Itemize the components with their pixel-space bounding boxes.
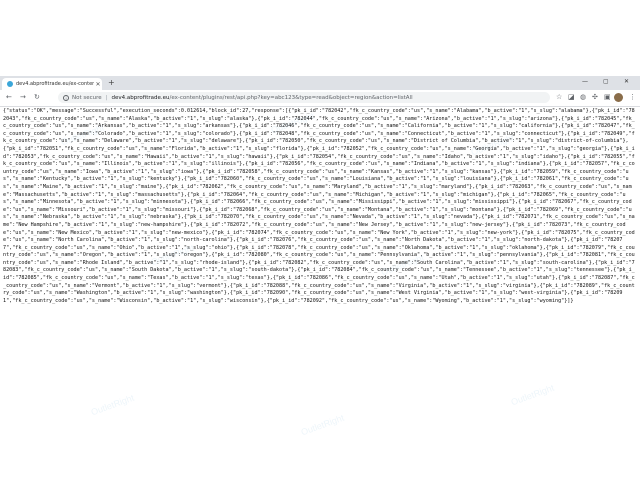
forward-button[interactable]: → xyxy=(20,93,26,102)
security-label[interactable]: Not secure xyxy=(72,95,102,101)
star-icon[interactable]: ☆ xyxy=(556,93,562,102)
favicon-icon xyxy=(7,81,13,87)
info-icon[interactable]: i xyxy=(63,94,69,101)
browser-toolbar: ← → ↻ i Not secure | dev4.abprofitrade.e… xyxy=(0,90,640,107)
puzzle-icon[interactable]: ✣ xyxy=(592,93,598,102)
new-tab-button[interactable]: + xyxy=(108,79,115,87)
maximize-button[interactable]: ▢ xyxy=(603,78,609,85)
json-response-text: {"status":"OK","message":"Successful","e… xyxy=(3,108,635,304)
tab-title: dev4.abprofitrade.eu/ex-conten xyxy=(16,81,94,87)
menu-icon[interactable]: ⋮ xyxy=(629,93,636,102)
reload-button[interactable]: ↻ xyxy=(34,93,40,102)
extension-icon[interactable]: ◪ xyxy=(568,93,575,102)
address-bar[interactable]: i Not secure | dev4.abprofitrade.eu/ex-c… xyxy=(58,92,550,103)
close-window-button[interactable]: ✕ xyxy=(624,78,629,85)
extension-pin-icon[interactable]: ▣ xyxy=(604,93,611,102)
url-path[interactable]: /ex-content/plugins/rest/api.php?key=abc… xyxy=(170,95,413,101)
tab-close-icon[interactable]: ✕ xyxy=(94,81,102,88)
page-content: {"status":"OK","message":"Successful","e… xyxy=(3,108,637,480)
tab-strip: dev4.abprofitrade.eu/ex-conten ✕ + — ▢ ✕ xyxy=(0,76,640,90)
back-button[interactable]: ← xyxy=(6,93,12,102)
shield-icon[interactable]: ◍ xyxy=(580,93,586,102)
minimize-button[interactable]: — xyxy=(582,78,588,85)
url-host[interactable]: dev4.abprofitrade.eu xyxy=(112,95,170,101)
address-separator: | xyxy=(105,94,108,101)
browser-tab[interactable]: dev4.abprofitrade.eu/ex-conten ✕ xyxy=(2,78,102,90)
top-blank-area xyxy=(0,0,640,76)
profile-avatar[interactable] xyxy=(614,93,623,102)
